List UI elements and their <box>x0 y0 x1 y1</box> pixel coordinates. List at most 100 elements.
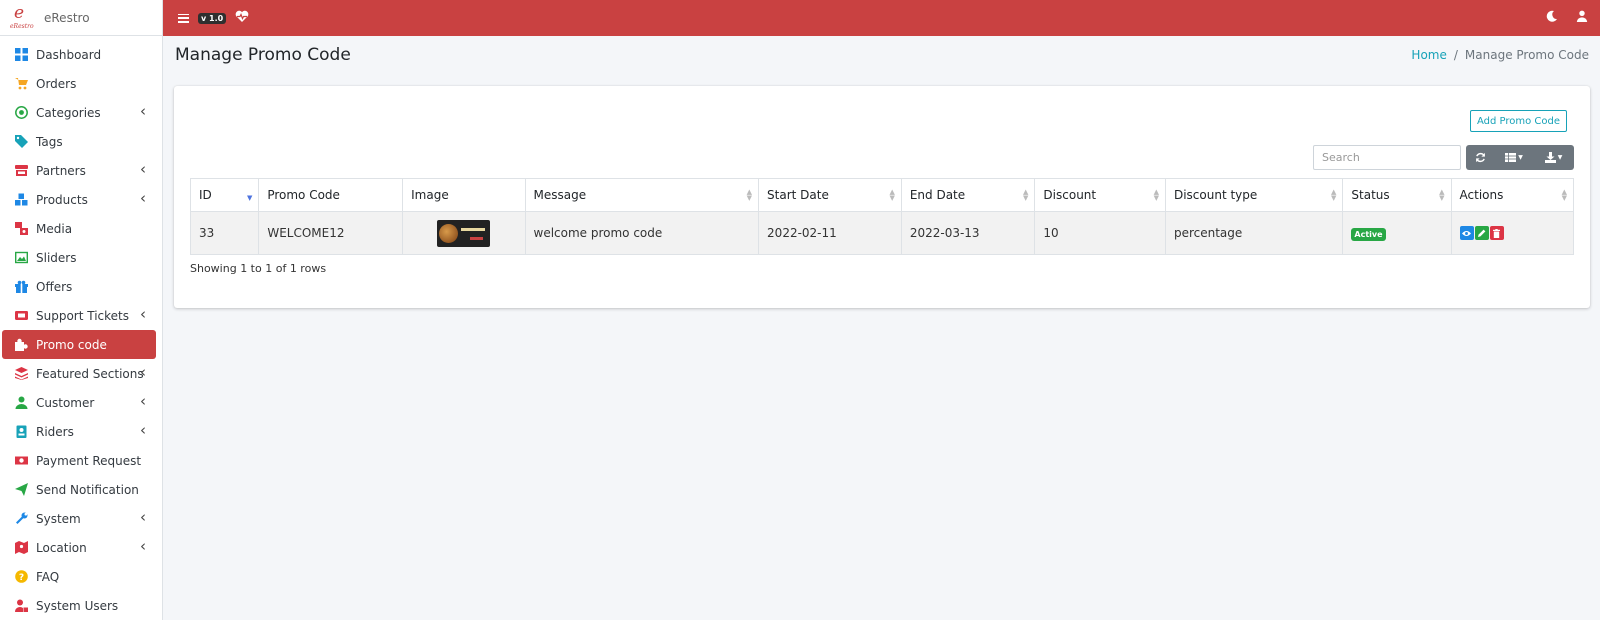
column-header-actions[interactable]: Actions ▲ ▼ <box>1450 178 1575 212</box>
table-header-row: ID ▼ Promo Code Image Message ▲ ▼ Start Date ▲ ▼ E… <box>189 178 1575 212</box>
map-icon <box>15 541 28 554</box>
sidebar-item-label: Products <box>36 192 88 207</box>
sidebar-item-offers[interactable]: Offers <box>2 272 156 301</box>
cell-status: Active <box>1342 211 1452 255</box>
column-header-label: Start Date <box>767 188 829 202</box>
column-header-status[interactable]: Status ▲ ▼ <box>1342 178 1452 212</box>
add-promo-code-button[interactable]: Add Promo Code <box>1469 110 1567 132</box>
sidebar-item-label: Tags <box>36 134 63 149</box>
edit-button[interactable] <box>1474 226 1489 241</box>
cell-image <box>402 211 526 255</box>
cubes-icon <box>15 193 28 206</box>
column-header-label: ID <box>199 188 212 202</box>
dark-mode-moon-icon[interactable] <box>1546 10 1558 25</box>
chevron-left-icon: ‹ <box>140 392 146 410</box>
menu-toggle-icon[interactable] <box>178 13 189 23</box>
tag-icon <box>15 135 28 148</box>
sidebar-item-support-tickets[interactable]: Support Tickets ‹ <box>2 301 156 330</box>
chevron-left-icon: ‹ <box>140 305 146 323</box>
refresh-button[interactable] <box>1466 145 1495 170</box>
sidebar-item-label: Customer <box>36 395 95 410</box>
sidebar-item-customer[interactable]: Customer ‹ <box>2 388 156 417</box>
column-header-discount-type[interactable]: Discount type ▲ ▼ <box>1164 178 1344 212</box>
heartbeat-icon[interactable] <box>235 10 249 26</box>
search-input[interactable] <box>1313 145 1461 170</box>
gift-icon <box>15 280 28 293</box>
layers-icon <box>15 367 28 380</box>
sidebar-item-label: Send Notification <box>36 482 139 497</box>
chevron-left-icon: ‹ <box>140 508 146 526</box>
breadcrumb-current: Manage Promo Code <box>1464 48 1589 62</box>
column-header-label: End Date <box>909 188 966 202</box>
column-header-promo-code[interactable]: Promo Code <box>258 178 404 212</box>
user-icon <box>15 396 28 409</box>
sidebar-item-riders[interactable]: Riders ‹ <box>2 417 156 446</box>
page-title: Manage Promo Code <box>175 45 351 65</box>
sidebar-item-label: Media <box>36 221 73 236</box>
ticket-icon <box>15 311 28 320</box>
view-button[interactable] <box>1459 226 1474 241</box>
column-header-discount[interactable]: Discount ▲ ▼ <box>1034 178 1166 212</box>
sort-icon: ▲ ▼ <box>1439 188 1445 202</box>
sidebar-item-system-users[interactable]: System Users <box>2 591 156 620</box>
columns-toggle-button[interactable]: ▼ <box>1495 145 1533 170</box>
column-header-label: Promo Code <box>267 188 340 202</box>
sidebar-item-payment-request[interactable]: Payment Request <box>2 446 156 475</box>
breadcrumb-separator: / <box>1453 48 1458 62</box>
sort-icon: ▲ ▼ <box>1153 188 1159 202</box>
sort-icon: ▲ ▼ <box>746 188 753 202</box>
sidebar-item-tags[interactable]: Tags <box>2 127 156 156</box>
brand[interactable]: e eRestro eRestro <box>0 0 162 36</box>
promo-image-thumbnail[interactable] <box>437 219 491 247</box>
sidebar-item-send-notification[interactable]: Send Notification <box>2 475 156 504</box>
sidebar-nav: Dashboard Orders Categories ‹ Tags Partners ‹ P… <box>0 36 162 620</box>
sidebar-item-promo-code[interactable]: Promo code <box>2 330 156 359</box>
column-header-start-date[interactable]: Start Date ▲ ▼ <box>758 178 902 212</box>
sort-icon: ▲ ▼ <box>1561 188 1567 202</box>
breadcrumb: Home / Manage Promo Code <box>1411 48 1589 62</box>
sidebar-item-partners[interactable]: Partners ‹ <box>2 156 156 185</box>
sidebar-item-orders[interactable]: Orders <box>2 69 156 98</box>
sidebar-item-faq[interactable]: ? FAQ <box>2 562 156 591</box>
sidebar-item-label: Location <box>36 540 87 555</box>
sidebar: e eRestro eRestro Dashboard Orders Categor… <box>0 0 163 620</box>
user-account-icon[interactable] <box>1576 10 1588 25</box>
caret-down-icon: ▼ <box>1557 154 1563 161</box>
column-header-end-date[interactable]: End Date ▲ ▼ <box>900 178 1036 212</box>
sidebar-item-system[interactable]: System ‹ <box>2 504 156 533</box>
sidebar-item-location[interactable]: Location ‹ <box>2 533 156 562</box>
column-header-id[interactable]: ID ▼ <box>189 178 260 212</box>
wrench-icon <box>16 512 28 524</box>
money-icon <box>15 456 28 465</box>
table-row[interactable]: 33 WELCOME12 welcome promo code 2022-02-… <box>189 211 1575 255</box>
sidebar-item-label: Promo code <box>36 337 107 352</box>
sidebar-item-dashboard[interactable]: Dashboard <box>2 40 156 69</box>
download-icon <box>1544 152 1556 163</box>
sidebar-item-label: Categories <box>36 105 101 120</box>
cell-message: welcome promo code <box>524 211 760 255</box>
column-header-message[interactable]: Message ▲ ▼ <box>524 178 760 212</box>
breadcrumb-home-link[interactable]: Home <box>1411 48 1446 62</box>
export-button[interactable]: ▼ <box>1533 145 1574 170</box>
refresh-icon <box>1476 152 1485 163</box>
trash-icon <box>1493 228 1501 238</box>
sort-icon: ▲ ▼ <box>889 188 895 202</box>
column-header-label: Message <box>533 188 587 202</box>
cell-start-date: 2022-02-11 <box>758 211 902 255</box>
sidebar-item-categories[interactable]: Categories ‹ <box>2 98 156 127</box>
sidebar-item-products[interactable]: Products ‹ <box>2 185 156 214</box>
sidebar-item-label: Riders <box>36 424 74 439</box>
chevron-left-icon: ‹ <box>140 160 146 178</box>
cell-id: 33 <box>189 211 260 255</box>
sidebar-item-media[interactable]: Media <box>2 214 156 243</box>
delete-button[interactable] <box>1489 226 1504 241</box>
chevron-left-icon: ‹ <box>140 102 146 120</box>
table-toolbar: ▼ ▼ <box>1466 145 1574 170</box>
caret-down-icon: ▼ <box>1518 154 1523 161</box>
sort-icon: ▲ ▼ <box>1331 188 1337 202</box>
sidebar-item-featured-sections[interactable]: Featured Sections ‹ <box>2 359 156 388</box>
column-header-label: Image <box>411 188 449 202</box>
sidebar-item-sliders[interactable]: Sliders <box>2 243 156 272</box>
chevron-left-icon: ‹ <box>140 421 146 439</box>
cell-promo-code: WELCOME12 <box>258 211 404 255</box>
